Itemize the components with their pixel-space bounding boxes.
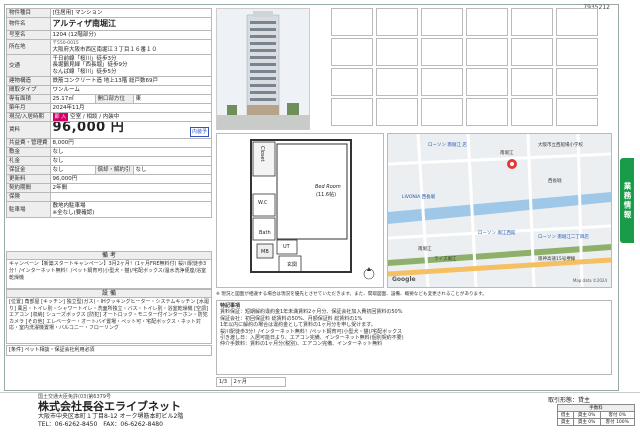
photo-thumbnail[interactable] xyxy=(421,98,463,126)
photo-thumbnail[interactable] xyxy=(376,68,418,96)
photo-thumbnail[interactable] xyxy=(466,8,508,36)
equipment-text: [位置] 角部屋 [キッチン] 独立型(ガス)・IHクッキングヒーター・システム… xyxy=(6,298,212,344)
photo-thumbnail[interactable] xyxy=(511,38,553,66)
photo-thumbnail[interactable] xyxy=(376,38,418,66)
traffic-line: なんば線「桜川」徒歩5分 xyxy=(52,68,117,75)
photo-thumbnail[interactable] xyxy=(556,8,598,36)
photo-thumbnail[interactable] xyxy=(556,38,598,66)
photo-thumbnail[interactable] xyxy=(421,38,463,66)
photo-thumbnail[interactable] xyxy=(556,68,598,96)
floor-plan[interactable]: Closet Bed Room (11.6帖) Bath W.C UT MB 玄… xyxy=(216,133,384,288)
photo-thumbnail[interactable] xyxy=(466,68,508,96)
conditions: [条件] ペット相談・保証会社利用必須 xyxy=(6,345,212,356)
photo-thumbnail[interactable] xyxy=(376,8,418,36)
floor-plan-drawing xyxy=(250,139,375,280)
map-drawing xyxy=(388,134,611,287)
photo-thumbnail[interactable] xyxy=(466,38,508,66)
photo-thumbnail[interactable] xyxy=(331,68,373,96)
photo-thumbnail[interactable] xyxy=(331,8,373,36)
trade-type: 取引形態：貸主 xyxy=(548,397,591,404)
google-logo: Google xyxy=(392,276,416,283)
remarks-text: キャンペーン【新築スタートキャンペーン】3月2ヶ月！(1ヶ月FRE無料付) 桜川… xyxy=(6,260,212,289)
building-photo[interactable] xyxy=(216,8,310,130)
license-number: 国土交通大臣免許(03)第6379号 xyxy=(38,394,111,400)
page-indicator: 1/3 xyxy=(219,379,228,385)
company-block: 国土交通大臣免許(03)第6379号 株式会社長谷エライブネット 大阪市中央区本… xyxy=(38,393,338,429)
photo-thumbnail[interactable] xyxy=(331,38,373,66)
status-badge: 即 入 xyxy=(52,113,69,121)
building-illustration xyxy=(217,9,309,129)
photo-thumbnail[interactable] xyxy=(556,98,598,126)
company-name: 株式会社長谷エライブネット xyxy=(38,400,181,413)
location-map[interactable]: ローソン 南堀江 店 南堀江 大阪市立西船場小学校 西長堀 LIVONIA 西長… xyxy=(387,133,612,288)
photo-thumbnail[interactable] xyxy=(511,8,553,36)
photo-thumbnail[interactable] xyxy=(466,98,508,126)
special-notes: 特記事項 賃料保証：短期解約違約金1年未満賃料2ヶ月分、保証会社加入費初回賃料の… xyxy=(216,300,612,375)
room-number: 1204 (12階部分) xyxy=(49,30,213,40)
equipment-heading: 設 備 xyxy=(6,289,212,298)
company-phone: TEL：06-6262-8450 FAX：06-6262-8480 xyxy=(38,421,163,428)
bedroom-label: Bed Room xyxy=(315,184,341,190)
address: 大阪府大阪市西区南堀江３丁目１６番１０ xyxy=(52,47,158,53)
photo-thumbnail[interactable] xyxy=(511,68,553,96)
rent-price: 96,000 円 xyxy=(52,121,125,135)
photo-thumbnail[interactable] xyxy=(421,68,463,96)
spec-table: 物件種目 [住居用] マンション 物件名 アルティザ南堀江 号室名 1204 (12階… xyxy=(6,8,213,218)
property-name: アルティザ南堀江 xyxy=(49,17,213,31)
photo-thumbnail[interactable] xyxy=(331,98,373,126)
period-tab[interactable]: 2ヶ月 xyxy=(230,378,249,387)
type-value: [住居用] マンション xyxy=(49,8,213,18)
notice-text: ※ 現況と図面が相違する場合は現況を優先とさせていただきます。また、間取図面、設… xyxy=(216,292,487,297)
interior-link[interactable]: 内装予 xyxy=(189,126,209,137)
fee-table: 手数料 借主 貸主 0% 客付 0% 貸主 貸主 0% 客付 100% xyxy=(557,404,636,426)
pager: 1/3 2ヶ月 xyxy=(216,377,286,387)
business-info-tab[interactable]: 業務情報 xyxy=(620,158,634,243)
company-address: 大阪市中央区本町１丁目8-12 オーク堺筋本町ビル2階 xyxy=(38,413,184,420)
photo-thumbnail[interactable] xyxy=(421,8,463,36)
photo-thumbnail[interactable] xyxy=(511,98,553,126)
photo-thumbnail[interactable] xyxy=(376,98,418,126)
remarks-heading: 備 考 xyxy=(6,251,212,260)
